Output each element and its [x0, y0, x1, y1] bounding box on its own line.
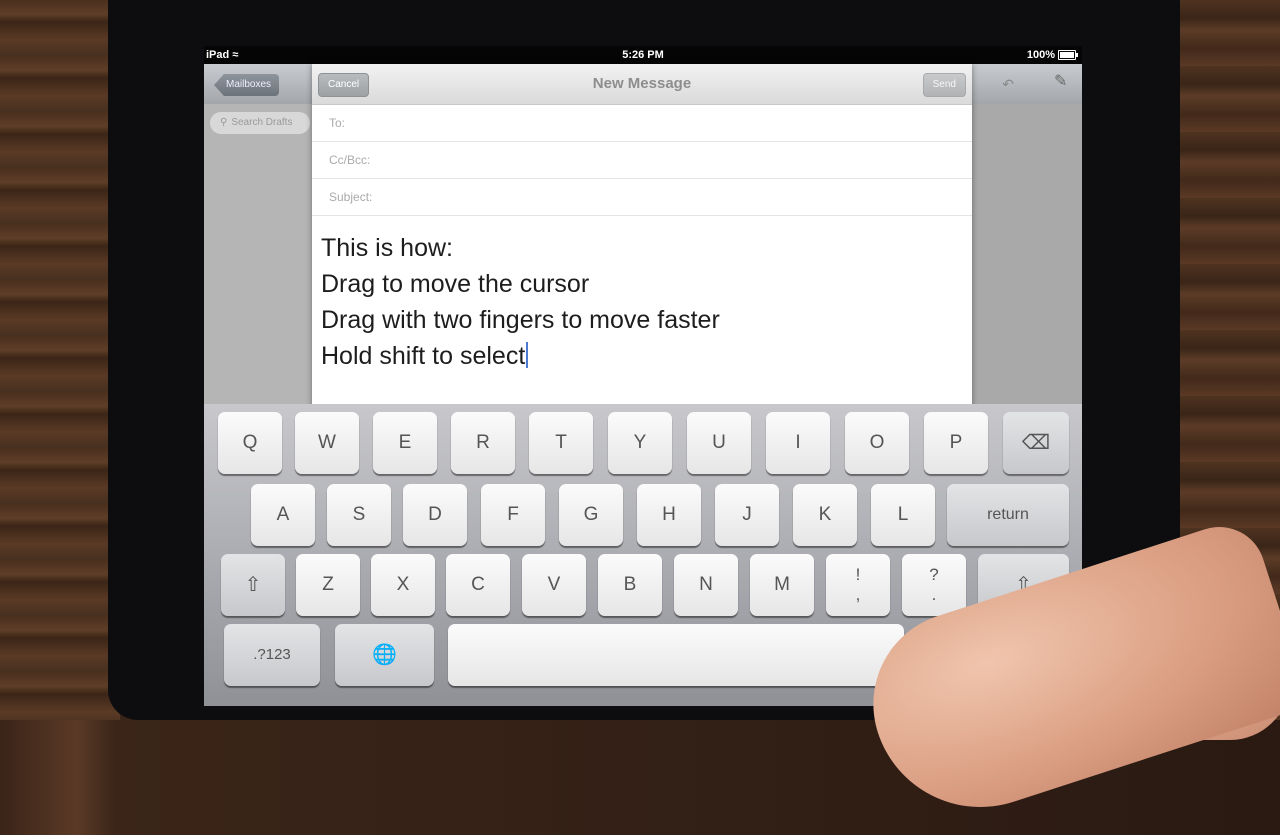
message-body[interactable]: This is how: Drag to move the cursor Dra… [321, 230, 720, 374]
space-key[interactable] [448, 624, 904, 686]
cc-label: Cc/Bcc: [329, 153, 371, 167]
key-b[interactable]: B [598, 554, 662, 616]
return-key[interactable]: return [947, 484, 1069, 546]
battery-percent: 100% [1026, 49, 1055, 61]
key-bottom-char: . [931, 585, 937, 604]
key-e[interactable]: E [373, 412, 437, 474]
compose-title: New Message [592, 75, 692, 92]
globe-icon: 🌐 [372, 644, 397, 666]
subject-field[interactable]: Subject: [312, 178, 972, 216]
compose-toolbar: Cancel New Message Send [312, 64, 972, 105]
key-d[interactable]: D [403, 484, 467, 546]
delete-key[interactable]: ⌫ [1003, 412, 1069, 474]
key-question-period[interactable]: ? . [902, 554, 966, 616]
key-g[interactable]: G [559, 484, 623, 546]
key-bottom-char: , [855, 585, 861, 604]
key-f[interactable]: F [481, 484, 545, 546]
key-v[interactable]: V [522, 554, 586, 616]
reply-icon[interactable]: ↶ [1002, 76, 1014, 93]
to-field[interactable]: To: [312, 104, 972, 142]
mailboxes-button[interactable]: Mailboxes [214, 74, 280, 96]
ipad-screen: iPad ≈ 5:26 PM 100% Mailboxes ↶ ✎ ⚲ Searc… [204, 46, 1082, 706]
key-j[interactable]: J [715, 484, 779, 546]
status-right: 100% [1026, 49, 1078, 61]
search-placeholder: Search Drafts [231, 117, 293, 128]
key-top-char: ? [929, 565, 939, 584]
key-w[interactable]: W [295, 412, 359, 474]
subject-label: Subject: [329, 190, 373, 204]
shift-key[interactable]: ⇧ [221, 554, 285, 616]
status-bar: iPad ≈ 5:26 PM 100% [204, 46, 1082, 64]
key-z[interactable]: Z [296, 554, 360, 616]
wood-background-left [0, 0, 120, 720]
numbers-key[interactable]: .?123 [224, 624, 320, 686]
key-p[interactable]: P [924, 412, 988, 474]
body-line: Drag to move the cursor [321, 270, 590, 298]
key-m[interactable]: M [750, 554, 814, 616]
body-line: Hold shift to select [321, 342, 526, 370]
compose-icon[interactable]: ✎ [1054, 74, 1070, 90]
battery-icon [1058, 50, 1078, 60]
key-c[interactable]: C [446, 554, 510, 616]
delete-icon: ⌫ [1021, 432, 1051, 454]
key-x[interactable]: X [371, 554, 435, 616]
globe-key[interactable]: 🌐 [335, 624, 434, 686]
body-line: Drag with two fingers to move faster [321, 306, 720, 334]
send-button[interactable]: Send [922, 73, 966, 97]
key-o[interactable]: O [845, 412, 909, 474]
key-k[interactable]: K [793, 484, 857, 546]
key-t[interactable]: T [529, 412, 593, 474]
shift-icon: ⇧ [244, 574, 262, 596]
body-line-last: Hold shift to select [321, 338, 720, 374]
key-s[interactable]: S [327, 484, 391, 546]
key-h[interactable]: H [637, 484, 701, 546]
key-y[interactable]: Y [608, 412, 672, 474]
key-l[interactable]: L [871, 484, 935, 546]
key-n[interactable]: N [674, 554, 738, 616]
key-exclamation-comma[interactable]: ! , [826, 554, 890, 616]
key-a[interactable]: A [251, 484, 315, 546]
status-time: 5:26 PM [622, 49, 664, 61]
body-line: This is how: [321, 234, 453, 262]
text-cursor [526, 342, 529, 368]
to-label: To: [329, 116, 346, 130]
search-icon: ⚲ [220, 117, 228, 128]
key-u[interactable]: U [687, 412, 751, 474]
cc-bcc-field[interactable]: Cc/Bcc: [312, 141, 972, 179]
key-r[interactable]: R [451, 412, 515, 474]
search-input[interactable]: ⚲ Search Drafts [210, 112, 310, 134]
key-i[interactable]: I [766, 412, 830, 474]
key-q[interactable]: Q [218, 412, 282, 474]
compose-sheet: Cancel New Message Send To: Cc/Bcc: Subj… [312, 64, 972, 409]
key-top-char: ! [855, 565, 861, 584]
